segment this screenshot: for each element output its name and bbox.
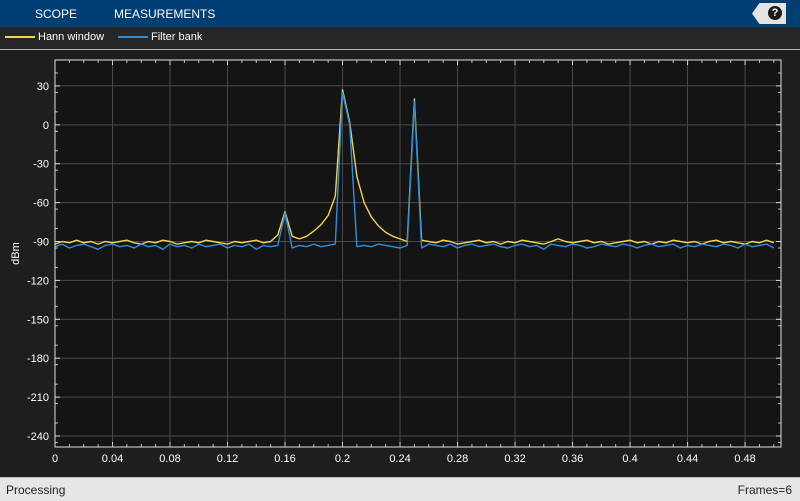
status-bar: Processing Frames=6 [0, 477, 800, 501]
y-tick-label: -210 [27, 392, 49, 404]
x-tick-label: 0.28 [447, 453, 468, 465]
x-tick-label: 0.36 [562, 453, 583, 465]
x-tick-label: 0.04 [102, 453, 123, 465]
x-tick-label: 0.08 [159, 453, 180, 465]
x-tick-label: 0 [52, 453, 58, 465]
x-tick-label: 0.44 [677, 453, 698, 465]
status-text: Processing [6, 483, 66, 497]
y-tick-label: -180 [27, 353, 49, 365]
y-tick-label: -150 [27, 314, 49, 326]
x-tick-label: 0.2 [335, 453, 350, 465]
y-tick-label: 30 [37, 81, 49, 93]
x-tick-label: 0.48 [734, 453, 755, 465]
x-tick-label: 0.16 [274, 453, 295, 465]
x-tick-label: 0.32 [504, 453, 525, 465]
y-tick-label: -90 [33, 237, 49, 249]
y-tick-label: 0 [43, 120, 49, 132]
x-tick-label: 0.12 [217, 453, 238, 465]
y-axis-label: dBm [10, 242, 22, 265]
y-tick-label: -120 [27, 275, 49, 287]
y-tick-label: -30 [33, 159, 49, 171]
spectrum-plot[interactable]: 0 0.04 0.08 0.12 0.16 0.2 0.24 0.28 0.32 0.36 0.4 0… [0, 0, 800, 477]
x-tick-label: 0.4 [622, 453, 637, 465]
x-tick-label: 0.24 [389, 453, 410, 465]
y-tick-label: -60 [33, 198, 49, 210]
y-tick-label: -240 [27, 431, 49, 443]
frames-count: Frames=6 [737, 483, 792, 497]
plot-area [55, 60, 781, 447]
